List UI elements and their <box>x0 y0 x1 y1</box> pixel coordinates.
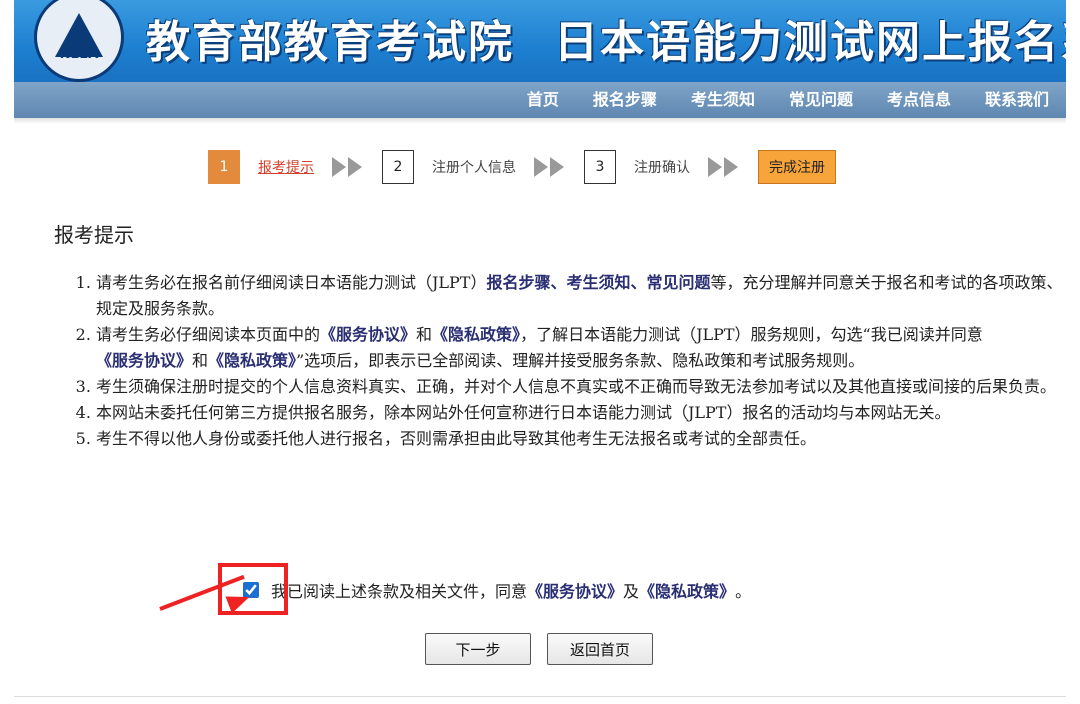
list-item: 请考生务必在报名前仔细阅读日本语能力测试（JLPT）报名步骤、考生须知、常见问题… <box>96 270 1076 322</box>
nav-shadow <box>14 118 1066 124</box>
action-buttons: 下一步 返回首页 <box>425 633 653 665</box>
nav-contact[interactable]: 联系我们 <box>968 82 1066 118</box>
privacy-policy-link[interactable]: 《隐私政策》 <box>639 578 735 602</box>
list-item: 请考生务必仔细阅读本页面中的《服务协议》和《隐私政策》，了解日本语能力测试（JL… <box>96 322 1076 374</box>
logo-text: NEEA <box>59 47 99 62</box>
step-1-number: 1 <box>208 150 240 184</box>
step-arrows-icon <box>534 157 566 177</box>
nav-test-centers[interactable]: 考点信息 <box>870 82 968 118</box>
nav-steps[interactable]: 报名步骤 <box>576 82 674 118</box>
privacy-policy-link[interactable]: 《隐私政策》 <box>432 325 520 344</box>
list-item: 考生须确保注册时提交的个人信息资料真实、正确，并对个人信息不真实或不正确而导致无… <box>96 374 1076 400</box>
notice-list: 请考生务必在报名前仔细阅读日本语能力测试（JLPT）报名步骤、考生须知、常见问题… <box>70 270 1076 452</box>
nav-faq[interactable]: 常见问题 <box>772 82 870 118</box>
annotation-highlight-box <box>218 563 288 615</box>
page-title: 报考提示 <box>54 223 134 247</box>
footer-divider <box>14 696 1066 697</box>
list-item: 考生不得以他人身份或委托他人进行报名，否则需承担由此导致其他考生无法报名或考试的… <box>96 426 1076 452</box>
nav-bar: 首页 报名步骤 考生须知 常见问题 考点信息 联系我们 <box>14 82 1066 118</box>
site-title: 教育部教育考试院日本语能力测试网上报名系统 <box>146 6 1066 70</box>
header-banner: NEEA 教育部教育考试院日本语能力测试网上报名系统 <box>14 0 1066 82</box>
step-2-number: 2 <box>382 150 414 184</box>
step-2-label: 注册个人信息 <box>432 160 516 176</box>
step-arrows-icon <box>708 157 740 177</box>
service-agreement-link[interactable]: 《服务协议》 <box>527 578 623 602</box>
agreement-row: 我已阅读上述条款及相关文件，同意 《服务协议》及《隐私政策》。 <box>243 578 751 602</box>
return-home-button[interactable]: 返回首页 <box>547 633 653 665</box>
service-agreement-link[interactable]: 《服务协议》 <box>96 351 192 370</box>
neea-logo-icon: NEEA <box>34 0 124 82</box>
list-item: 本网站未委托任何第三方提供报名服务，除本网站外任何宣称进行日本语能力测试（JLP… <box>96 400 1076 426</box>
progress-steps: 1 报考提示 2 注册个人信息 3 注册确认 完成注册 <box>208 149 836 185</box>
steps-notice-faq-links[interactable]: 报名步骤、考生须知、常见问题 <box>486 273 710 292</box>
agree-text: 我已阅读上述条款及相关文件，同意 <box>271 582 528 601</box>
step-3-number: 3 <box>584 150 616 184</box>
nav-home[interactable]: 首页 <box>510 82 576 118</box>
system-title: 日本语能力测试网上报名系统 <box>554 17 1066 68</box>
step-arrows-icon <box>332 157 364 177</box>
next-step-button[interactable]: 下一步 <box>425 633 531 665</box>
step-3-label: 注册确认 <box>634 160 690 176</box>
org-title: 教育部教育考试院 <box>146 17 514 68</box>
service-agreement-link[interactable]: 《服务协议》 <box>320 325 416 344</box>
finish-step-badge: 完成注册 <box>758 150 836 184</box>
nav-menu: 首页 报名步骤 考生须知 常见问题 考点信息 联系我们 <box>510 82 1066 118</box>
nav-notice[interactable]: 考生须知 <box>674 82 772 118</box>
privacy-policy-link[interactable]: 《隐私政策》 <box>208 351 296 370</box>
step-1-label[interactable]: 报考提示 <box>258 157 314 177</box>
